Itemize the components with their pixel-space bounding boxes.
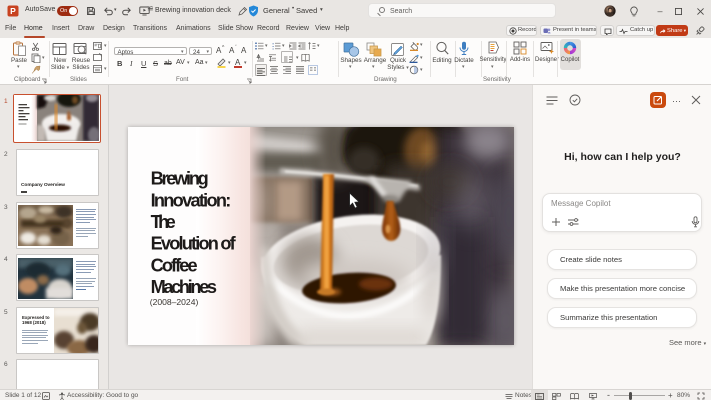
svg-text:Evolution of: Evolution of [151, 233, 237, 253]
svg-text:Innovation:: Innovation: [151, 190, 232, 210]
svg-text:The: The [151, 212, 176, 232]
svg-text:P: P [10, 6, 16, 16]
svg-text:Coffee: Coffee [151, 255, 198, 275]
svg-text:(2008–2024): (2008–2024) [150, 297, 199, 307]
svg-text:Brewing: Brewing [151, 168, 209, 188]
svg-text:Machines: Machines [151, 277, 217, 297]
